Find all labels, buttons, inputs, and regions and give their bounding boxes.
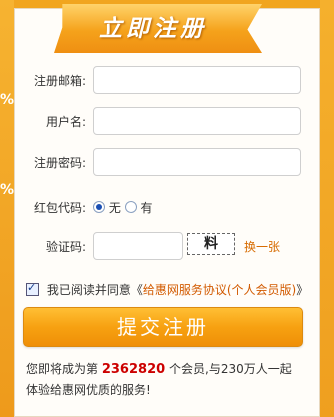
stats-prefix: 您即将成为第 [26,362,99,376]
captcha-label: 验证码: [45,240,86,254]
password-label: 注册密码: [33,156,86,170]
radio-yes-label: 有 [140,201,153,215]
password-field[interactable] [93,148,301,176]
redpacket-row: 红包代码: 无 有 [26,193,308,223]
agree-checkbox[interactable] [26,281,39,296]
redpacket-options: 无 有 [93,199,153,216]
submit-button[interactable]: 提交注册 [23,307,303,347]
password-row: 注册密码: [26,148,308,178]
captcha-row: 验证码: 料 换一张 [26,232,308,262]
refresh-captcha-link[interactable]: 换一张 [244,238,280,255]
captcha-field[interactable] [93,232,183,260]
email-label: 注册邮箱: [33,74,86,88]
percent-fragment: % [0,182,15,198]
username-row: 用户名: [26,107,308,137]
agreement-link[interactable]: 给惠网服务协议(个人会员版) [143,283,296,297]
page-title: 立即注册 [99,16,207,42]
right-decor-strip [320,0,334,417]
username-field[interactable] [93,107,301,135]
left-decor-strip: % % [0,0,14,417]
redpacket-label: 红包代码: [33,201,86,215]
radio-no[interactable] [93,201,105,213]
captcha-image: 料 [187,233,235,255]
username-label: 用户名: [45,115,86,129]
radio-no-label: 无 [108,201,121,215]
agreement-prefix: 我已阅读并同意《 [46,283,143,297]
radio-yes[interactable] [124,201,137,213]
member-stats: 您即将成为第 2362820 个会员,与230万人一起体验给惠网优质的服务! [26,359,302,400]
email-field[interactable] [93,66,301,94]
agreement-suffix: 》 [296,283,309,297]
percent-fragment: % [0,92,15,108]
member-number: 2362820 [101,362,166,377]
agreement-row: 我已阅读并同意《给惠网服务协议(个人会员版)》 [26,281,308,298]
email-row: 注册邮箱: [26,66,308,96]
